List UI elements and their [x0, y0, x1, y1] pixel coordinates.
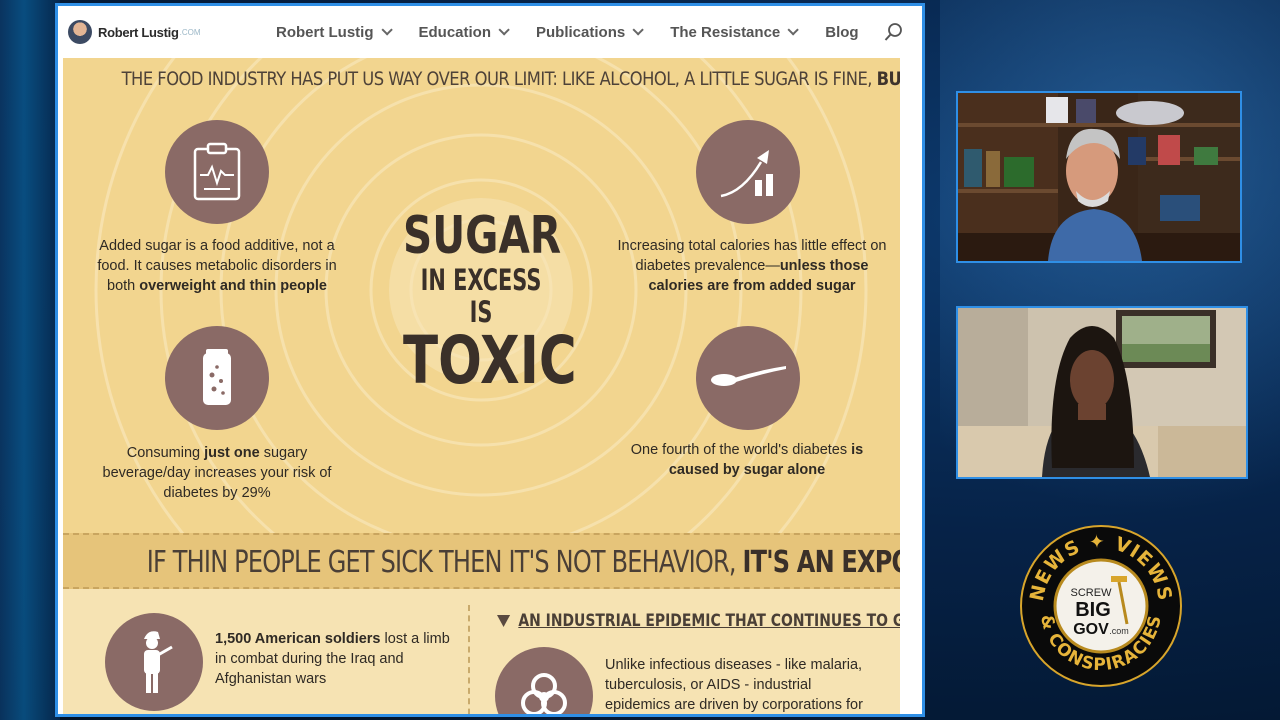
chevron-down-icon [632, 24, 644, 36]
fact-total-calories: Increasing total calories has little eff… [617, 236, 887, 296]
band-regular: IF THIN PEOPLE GET SICK THEN IT'S NOT BE… [146, 545, 743, 580]
logo-center-tld: .com [1109, 626, 1129, 636]
headline-bold: BUT A LOT IS NOT [876, 68, 900, 90]
nav-label: Blog [825, 23, 859, 41]
logo-center-2: BIG [1075, 599, 1111, 621]
spoon-icon [696, 326, 800, 430]
chevron-down-icon [380, 24, 393, 36]
epidemic-fact: Unlike infectious diseases - like malari… [605, 657, 863, 713]
rising-chart-icon [696, 120, 800, 224]
section-divider [468, 605, 470, 714]
fact-bold: just one [204, 445, 260, 461]
brand-name: Robert Lustig [98, 24, 179, 40]
search-icon[interactable] [884, 22, 904, 42]
shared-screen: Robert Lustig .COM Robert Lustig Educati… [55, 3, 925, 717]
nav-label: The Resistance [670, 23, 781, 41]
fact-added-sugar: Added sugar is a food additive, not a fo… [97, 236, 337, 296]
soldiers-fact: 1,500 American soldiers lost a limb in c… [215, 629, 455, 689]
video-tile-host[interactable] [956, 91, 1242, 263]
video-tile-guest[interactable] [956, 306, 1248, 479]
nav-item-blog[interactable]: Blog [825, 24, 858, 41]
logo-center-1: SCREW [1071, 587, 1113, 599]
nav-label: Robert Lustig [276, 23, 374, 41]
soldiers-bold: 1,500 American soldiers [215, 631, 381, 647]
chevron-down-icon [787, 24, 800, 36]
nav-item-education[interactable]: Education [418, 23, 510, 41]
infographic-bottom-section: 1,500 American soldiers lost a limb in c… [63, 589, 900, 714]
brand-tld: .COM [179, 27, 201, 37]
main-nav: Robert Lustig Education Publications The… [276, 6, 889, 58]
triangle-down-icon [497, 615, 511, 627]
site-header: Robert Lustig .COM Robert Lustig Educati… [58, 6, 922, 58]
center-title-line2: IN EXCESS IS [420, 263, 542, 329]
nav-label: Education [418, 23, 492, 41]
sugar-infographic: THE FOOD INDUSTRY HAS PUT US WAY OVER OU… [63, 58, 900, 714]
nav-item-the-resistance[interactable]: The Resistance [670, 23, 800, 41]
guest-video-feed [958, 308, 1246, 477]
exposure-band: IF THIN PEOPLE GET SICK THEN IT'S NOT BE… [63, 533, 900, 589]
exposure-band-text: IF THIN PEOPLE GET SICK THEN IT'S NOT BE… [146, 545, 900, 580]
fact-world-diabetes: One fourth of the world's diabetes is ca… [627, 440, 867, 480]
band-bold: IT'S AN EXPOSURE [742, 545, 901, 580]
center-title-line1: SUGAR [403, 206, 562, 266]
soda-can-icon [165, 326, 269, 430]
headline-regular: THE FOOD INDUSTRY HAS PUT US WAY OVER OU… [121, 68, 877, 90]
center-title: SUGAR IN EXCESS IS TOXIC [381, 208, 581, 394]
infographic-headline: THE FOOD INDUSTRY HAS PUT US WAY OVER OU… [122, 68, 900, 90]
center-title-line3: TOXIC [403, 322, 577, 399]
brand-logo[interactable]: Robert Lustig .COM [68, 20, 201, 44]
background-left-streak [0, 0, 60, 720]
nav-item-robert-lustig[interactable]: Robert Lustig [276, 23, 393, 41]
soldier-icon [105, 613, 203, 711]
chevron-down-icon [498, 24, 510, 36]
biohazard-icon [495, 647, 593, 714]
logo-center-3: GOV [1073, 621, 1109, 638]
epidemic-heading-text: AN INDUSTRIAL EPIDEMIC THAT CONTINUES TO… [518, 611, 900, 631]
infographic-top-section: THE FOOD INDUSTRY HAS PUT US WAY OVER OU… [63, 58, 900, 533]
nav-item-publications[interactable]: Publications [536, 23, 644, 41]
nav-label: Publications [536, 23, 626, 41]
brand-avatar [68, 20, 92, 44]
fact-text: One fourth of the world's diabetes [630, 442, 852, 458]
host-video-feed [958, 93, 1240, 261]
fact-bold: overweight and thin people [139, 278, 327, 294]
epidemic-heading: AN INDUSTRIAL EPIDEMIC THAT CONTINUES TO… [497, 611, 900, 631]
fact-sugary-beverage: Consuming just one sugary beverage/day i… [97, 443, 337, 503]
fact-text: Consuming [126, 445, 205, 461]
clipboard-ecg-icon [165, 120, 269, 224]
news-views-conspiracies-logo: NEWS ✦ VIEWS & CONSPIRACIES SCREW BIG GO… [1020, 525, 1182, 687]
